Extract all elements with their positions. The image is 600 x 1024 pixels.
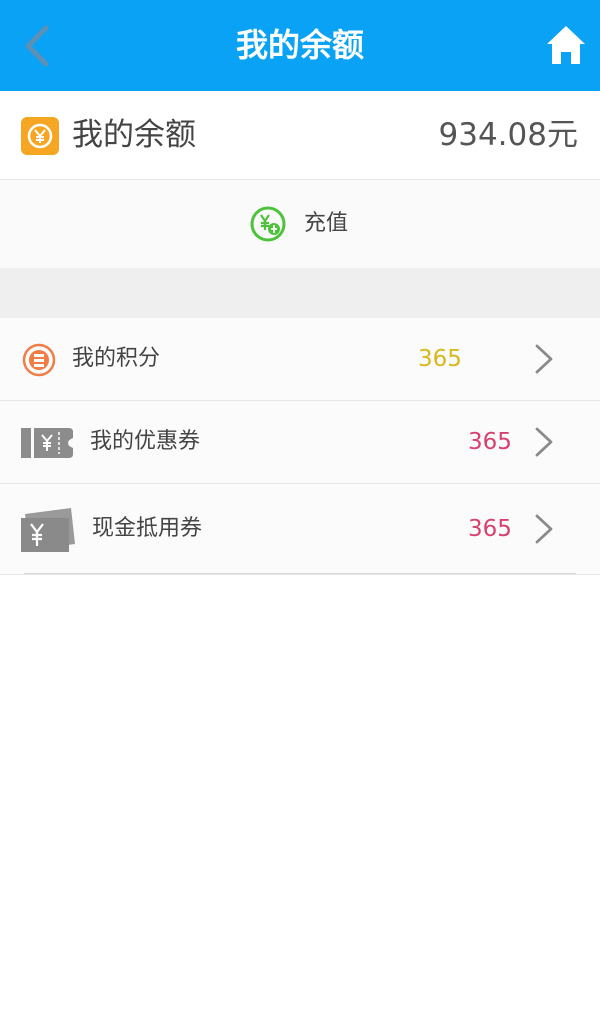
list-item-points[interactable]: 我的积分 365 xyxy=(0,318,600,401)
coupons-label: 我的优惠券 xyxy=(90,429,201,454)
balance-row: 我的余额 934.08元 xyxy=(0,91,600,180)
points-label: 我的积分 xyxy=(72,346,161,371)
home-icon[interactable] xyxy=(545,24,587,66)
coupon-icon xyxy=(21,428,73,458)
points-icon xyxy=(22,343,56,377)
top-bar: 我的余额 xyxy=(0,0,600,91)
recharge-button[interactable]: 充值 xyxy=(0,180,600,268)
coupons-value: 365 xyxy=(468,429,512,455)
chevron-right-icon xyxy=(535,427,553,457)
points-value: 365 xyxy=(418,346,462,372)
cash-voucher-icon xyxy=(21,508,75,552)
yuan-coin-icon xyxy=(21,117,59,155)
list-item-cash-voucher[interactable]: 现金抵用券 365 xyxy=(0,484,600,575)
chevron-right-icon xyxy=(535,344,553,374)
section-divider xyxy=(0,268,600,318)
page-title: 我的余额 xyxy=(235,26,364,64)
cash-voucher-value: 365 xyxy=(468,516,512,542)
recharge-icon xyxy=(250,206,286,242)
chevron-right-icon xyxy=(535,514,553,544)
list-bottom-divider xyxy=(24,573,576,574)
list-item-coupons[interactable]: 我的优惠券 365 xyxy=(0,401,600,484)
balance-label: 我的余额 xyxy=(72,117,196,153)
account-list: 我的积分 365 我的优惠券 365 现金抵用券 365 xyxy=(0,318,600,575)
cash-voucher-label: 现金抵用券 xyxy=(92,516,203,541)
recharge-label: 充值 xyxy=(304,211,349,236)
balance-amount: 934.08元 xyxy=(438,117,578,153)
